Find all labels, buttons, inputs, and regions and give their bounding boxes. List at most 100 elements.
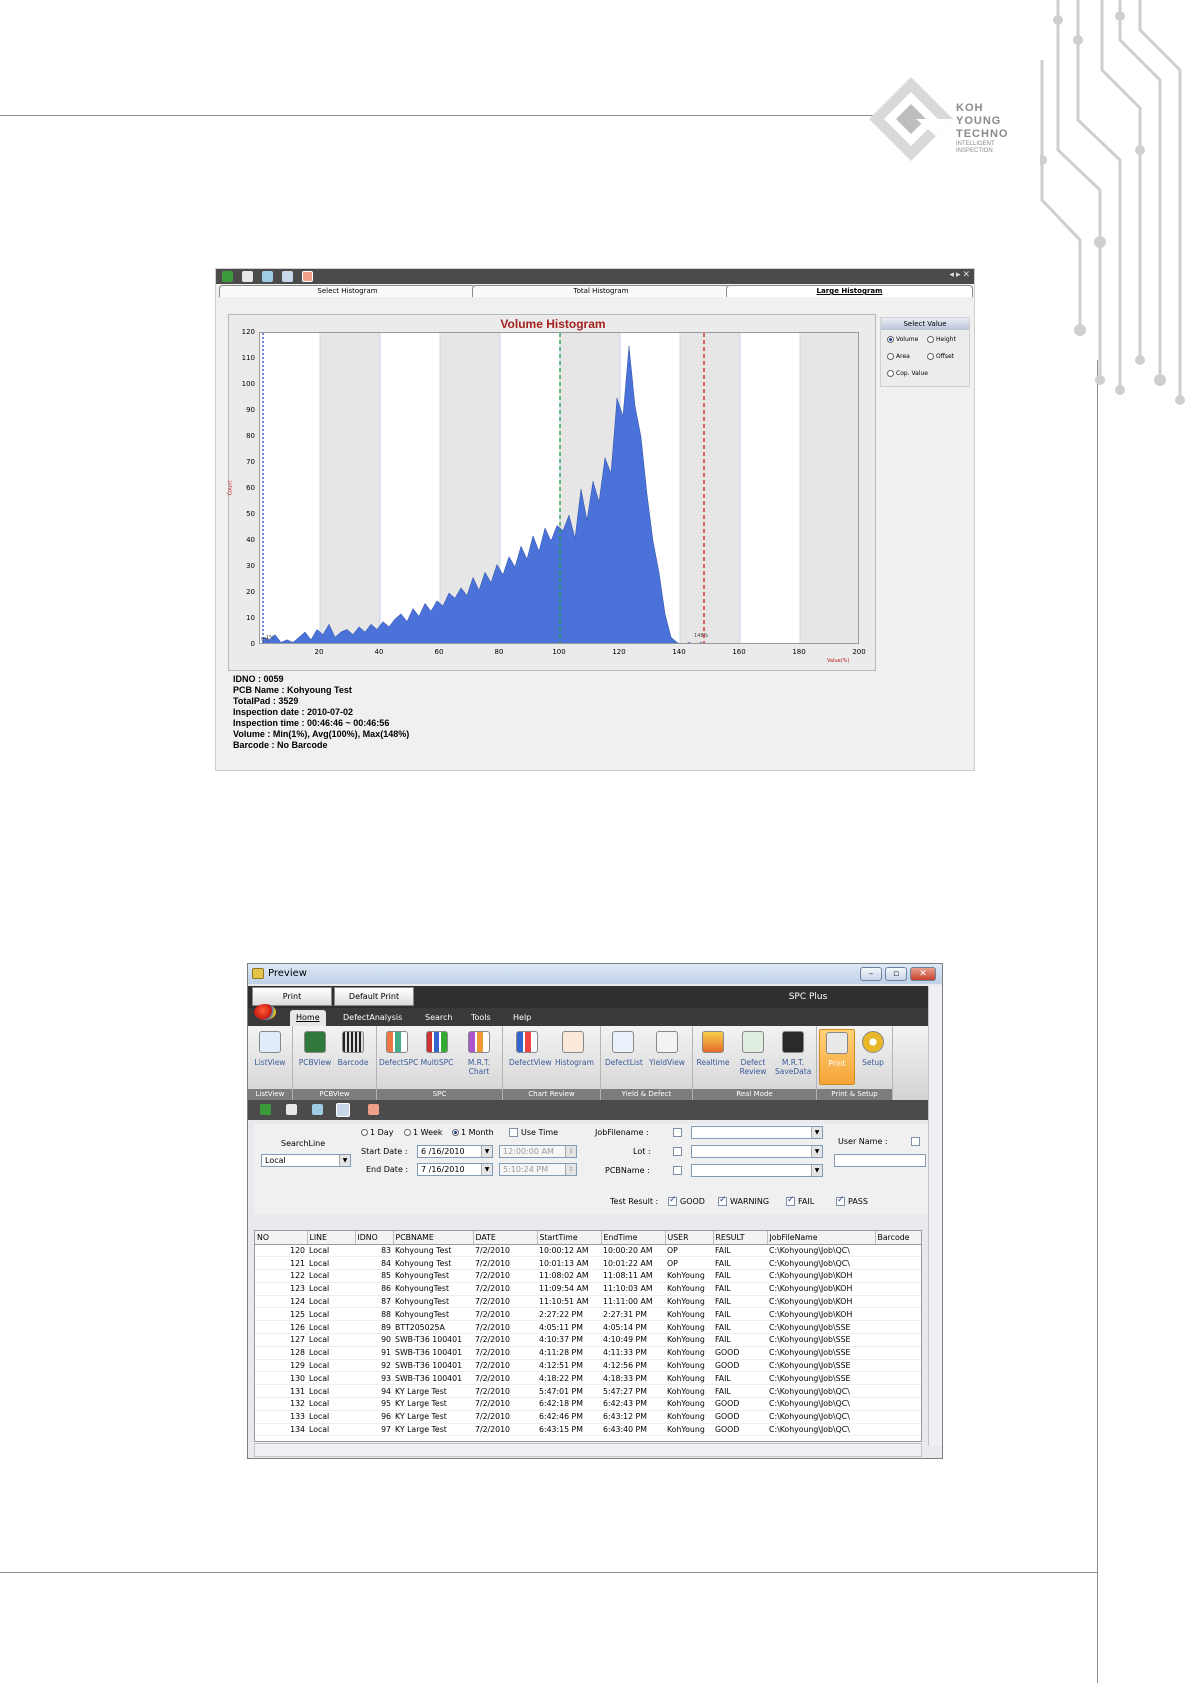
pcbname-select[interactable]: ▼ <box>691 1164 823 1177</box>
y-tick-label: 50 <box>246 510 255 518</box>
window-controls[interactable]: ◂▸✕ <box>949 270 972 280</box>
table-row[interactable]: 132 Local 95 KY Large Test 7/2/2010 6:42:18 P… <box>255 1397 921 1411</box>
jobfilename-select[interactable]: ▼ <box>691 1126 823 1139</box>
pcbname-checkbox[interactable] <box>673 1166 682 1175</box>
menu-tools[interactable]: Tools <box>471 1011 491 1024</box>
period-1-day[interactable]: 1 Day <box>361 1128 393 1137</box>
table-row[interactable]: 129 Local 92 SWB-T36 100401 7/2/2010 4:12:51 … <box>255 1359 921 1373</box>
close-button[interactable]: ✕ <box>910 967 936 981</box>
menu-help[interactable]: Help <box>513 1011 531 1024</box>
view-iconbar <box>248 1100 928 1120</box>
table-row[interactable]: 124 Local 87 KohyoungTest 7/2/2010 11:10:51 A… <box>255 1295 921 1309</box>
window-titlebar[interactable]: Preview – ▫ ✕ <box>248 964 942 984</box>
ribbon-listview-button[interactable]: ListView <box>252 1029 288 1085</box>
toolbar-document-icon[interactable] <box>242 271 253 282</box>
column-header[interactable]: PCBNAME <box>393 1231 474 1245</box>
lot-checkbox[interactable] <box>673 1147 682 1156</box>
column-header[interactable]: LINE <box>307 1231 356 1245</box>
menu-defect-analysis[interactable]: DefectAnalysis <box>343 1011 402 1024</box>
tab-select-histogram[interactable]: Select Histogram <box>219 285 476 297</box>
table-row[interactable]: 128 Local 91 SWB-T36 100401 7/2/2010 4:11:28 … <box>255 1346 921 1360</box>
ribbon-histogram-button[interactable]: Histogram <box>555 1029 594 1085</box>
table-row[interactable]: 133 Local 96 KY Large Test 7/2/2010 6:42:46 P… <box>255 1410 921 1424</box>
menu-search[interactable]: Search <box>425 1011 452 1024</box>
ribbon-defectview-button[interactable]: DefectView <box>509 1029 552 1085</box>
table-row[interactable]: 131 Local 94 KY Large Test 7/2/2010 5:47:01 P… <box>255 1384 921 1399</box>
start-date-picker[interactable]: 6 /16/2010 ▼ <box>417 1145 493 1158</box>
iconbar-home-icon[interactable] <box>260 1104 271 1115</box>
column-header[interactable]: DATE <box>473 1231 538 1245</box>
table-row[interactable]: 122 Local 85 KohyoungTest 7/2/2010 11:08:02 A… <box>255 1269 921 1283</box>
table-cell: 127 <box>255 1333 307 1347</box>
radio-volume[interactable]: Volume <box>887 336 918 343</box>
ribbon-defectlist-button[interactable]: DefectList <box>605 1029 643 1085</box>
ribbon-yieldview-button[interactable]: YieldView <box>649 1029 685 1085</box>
ribbon-multispc-button[interactable]: MultiSPC <box>419 1029 455 1085</box>
column-header[interactable]: NO <box>255 1231 308 1245</box>
result-good-checkbox[interactable]: GOOD <box>668 1195 705 1206</box>
maximize-button[interactable]: ▫ <box>885 967 907 981</box>
table-row[interactable]: 130 Local 93 SWB-T36 100401 7/2/2010 4:18:22 … <box>255 1371 921 1386</box>
table-cell: FAIL <box>713 1244 767 1258</box>
column-header[interactable]: JobFileName <box>767 1231 876 1245</box>
ribbon-mrt-chart-button[interactable]: M.R.T. Chart <box>461 1029 497 1085</box>
start-time-input[interactable]: 12:00:00 AM ⇕ <box>499 1145 577 1158</box>
radio-area[interactable]: Area <box>887 353 910 360</box>
username-checkbox[interactable] <box>911 1137 920 1146</box>
table-row[interactable]: 120 Local 83 Kohyoung Test 7/2/2010 10:00:12 … <box>255 1244 921 1258</box>
ribbon-defect-review-button[interactable]: Defect Review <box>735 1029 771 1085</box>
table-row[interactable]: 127 Local 90 SWB-T36 100401 7/2/2010 4:10:37 … <box>255 1333 921 1347</box>
period-1-week[interactable]: 1 Week <box>404 1128 443 1137</box>
toolbar-list-icon[interactable] <box>282 271 293 282</box>
lot-select[interactable]: ▼ <box>691 1145 823 1158</box>
radio-cop-value[interactable]: Cop. Value <box>887 370 928 377</box>
iconbar-list-icon[interactable] <box>336 1103 350 1117</box>
ribbon-barcode-button[interactable]: Barcode <box>335 1029 371 1085</box>
toolbar-chart-icon[interactable] <box>302 271 313 282</box>
ribbon-defectspc-button[interactable]: DefectSPC <box>379 1029 418 1085</box>
ribbon-mrt-savedata-button[interactable]: M.R.T. SaveData <box>775 1029 811 1085</box>
column-header[interactable]: USER <box>665 1231 714 1245</box>
ribbon-setup-button[interactable]: Setup <box>855 1029 891 1085</box>
radio-height[interactable]: Height <box>927 336 956 343</box>
column-header[interactable]: Barcode <box>875 1231 921 1245</box>
username-input[interactable] <box>834 1154 926 1167</box>
end-time-input[interactable]: 5:10:24 PM ⇕ <box>499 1163 577 1176</box>
radio-offset[interactable]: Offset <box>927 353 954 360</box>
app-orb-icon[interactable] <box>254 1004 276 1020</box>
column-header[interactable]: StartTime <box>537 1231 602 1245</box>
table-row[interactable]: 125 Local 88 KohyoungTest 7/2/2010 2:27:22 PM… <box>255 1307 921 1322</box>
use-time-checkbox[interactable]: Use Time <box>509 1128 558 1137</box>
table-row[interactable]: 126 Local 89 BTT205025A 7/2/2010 4:05:11 PM 4:… <box>255 1320 921 1335</box>
toolbar-home-icon[interactable] <box>222 271 233 282</box>
table-row[interactable]: 123 Local 86 KohyoungTest 7/2/2010 11:09:54 A… <box>255 1282 921 1296</box>
jobfilename-checkbox[interactable] <box>673 1128 682 1137</box>
period-1-month[interactable]: 1 Month <box>452 1128 494 1137</box>
x-axis-label: Value(%) <box>827 658 850 664</box>
tab-total-histogram[interactable]: Total Histogram <box>472 285 730 297</box>
column-header[interactable]: EndTime <box>601 1231 666 1245</box>
column-header[interactable]: IDNO <box>355 1231 394 1245</box>
column-header[interactable]: RESULT <box>713 1231 768 1245</box>
table-cell: 123 <box>255 1282 307 1296</box>
result-pass-checkbox[interactable]: PASS <box>836 1195 868 1206</box>
ribbon-print-button[interactable]: Print <box>819 1029 855 1085</box>
iconbar-chart-icon[interactable] <box>368 1104 379 1115</box>
result-warning-checkbox[interactable]: WARNING <box>718 1195 769 1206</box>
horizontal-scrollbar[interactable] <box>254 1443 922 1457</box>
iconbar-globe-icon[interactable] <box>312 1104 323 1115</box>
vertical-scrollbar[interactable] <box>928 986 942 1446</box>
iconbar-document-icon[interactable] <box>286 1104 297 1115</box>
menu-home[interactable]: Home <box>290 1010 326 1026</box>
minimize-button[interactable]: – <box>860 967 882 981</box>
toolbar-globe-icon[interactable] <box>262 271 273 282</box>
result-fail-checkbox[interactable]: FAIL <box>786 1195 814 1206</box>
tab-large-histogram[interactable]: Large Histogram <box>726 285 973 297</box>
ribbon-pcbview-button[interactable]: PCBView <box>297 1029 333 1085</box>
ribbon-realtime-button[interactable]: Realtime <box>695 1029 731 1085</box>
default-print-button[interactable]: Default Print <box>334 987 414 1006</box>
table-row[interactable]: 121 Local 84 Kohyoung Test 7/2/2010 10:01:13 … <box>255 1256 921 1271</box>
end-date-picker[interactable]: 7 /16/2010 ▼ <box>417 1163 493 1176</box>
table-row[interactable]: 134 Local 97 KY Large Test 7/2/2010 6:43:15 P… <box>255 1423 921 1437</box>
searchline-select[interactable]: Local ▼ <box>261 1154 351 1167</box>
